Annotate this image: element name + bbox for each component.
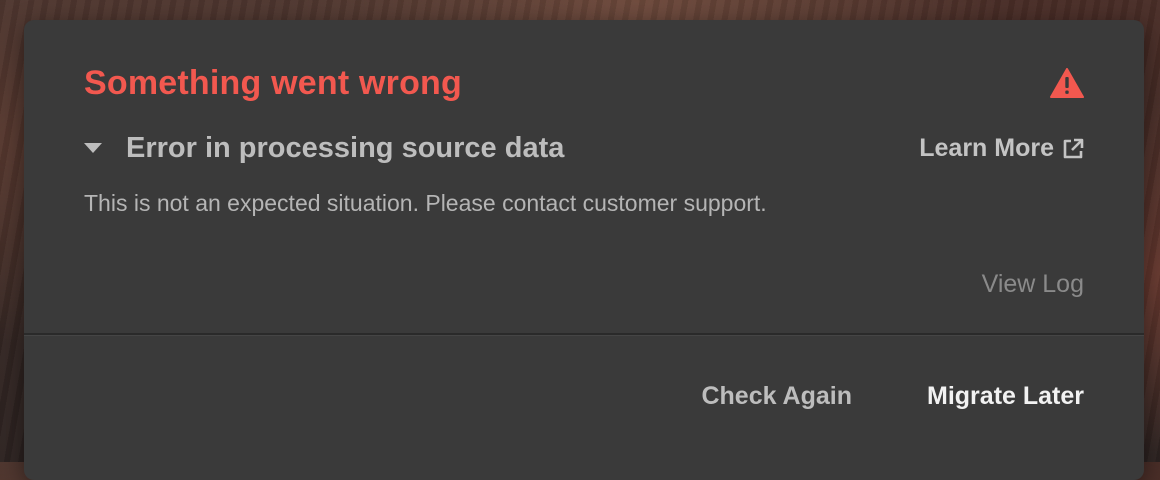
error-message: This is not an expected situation. Pleas…: [84, 190, 767, 216]
error-details-toggle[interactable]: Error in processing source data: [84, 130, 564, 166]
learn-more-link[interactable]: Learn More: [919, 134, 1084, 163]
footer-divider: [24, 333, 1144, 336]
warning-icon: [1050, 68, 1084, 98]
caret-down-icon[interactable]: [84, 143, 102, 153]
dialog-title: Something went wrong: [84, 64, 462, 102]
external-link-icon: [1063, 138, 1084, 158]
error-dialog: Something went wrong Error in processing…: [24, 20, 1144, 480]
view-log-link[interactable]: View Log: [982, 270, 1084, 299]
error-heading: Error in processing source data: [126, 131, 565, 164]
learn-more-label: Learn More: [919, 134, 1054, 162]
migrate-later-button[interactable]: Migrate Later: [927, 382, 1084, 411]
check-again-button[interactable]: Check Again: [701, 382, 852, 411]
